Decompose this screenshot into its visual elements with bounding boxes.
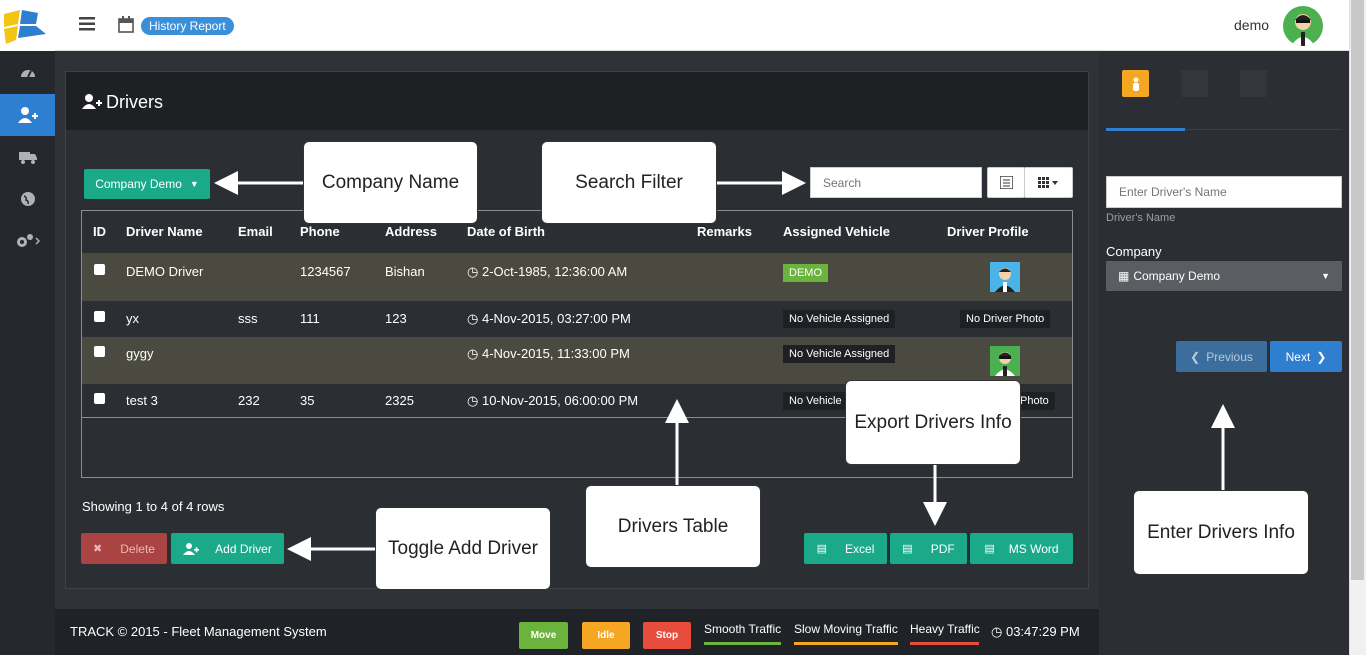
- callout-toggle-add: Toggle Add Driver: [375, 507, 551, 590]
- callout-drivers-table: Drivers Table: [585, 485, 761, 568]
- callout-company-name: Company Name: [303, 141, 478, 224]
- callout-search-filter: Search Filter: [541, 141, 717, 224]
- callout-export: Export Drivers Info: [845, 380, 1021, 465]
- callout-enter-info: Enter Drivers Info: [1133, 490, 1309, 575]
